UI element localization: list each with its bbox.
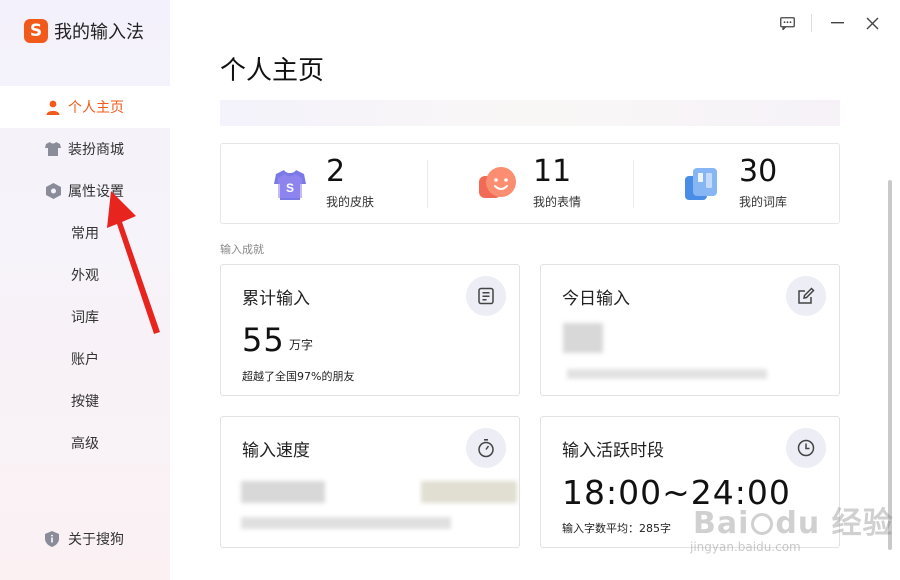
edit-pen-icon[interactable] [786, 276, 826, 316]
sidebar-subitem-advanced[interactable]: 高级 [71, 422, 99, 464]
card-title: 输入速度 [242, 441, 310, 461]
sidebar: S 我的输入法 个人主页 装扮商城 属性设置 常用 外观 词库 账户 按键 高级… [0, 0, 170, 580]
app-title: 我的输入法 [54, 22, 144, 43]
person-icon [45, 99, 61, 115]
obscured-note [567, 369, 767, 379]
sidebar-subitem-common[interactable]: 常用 [71, 212, 99, 254]
stat-value: 2 [326, 154, 346, 189]
stat-label: 我的皮肤 [326, 195, 375, 209]
total-note: 超越了全国97%的朋友 [242, 370, 355, 383]
stat-label: 我的词库 [739, 195, 788, 209]
sidebar-item-label: 装扮商城 [68, 142, 124, 158]
sidebar-item-settings[interactable]: 属性设置 [0, 170, 170, 212]
sidebar-item-label: 个人主页 [68, 100, 124, 116]
tshirt-icon [45, 141, 61, 157]
skin-shirt-icon: S [268, 162, 312, 206]
stat-value: 11 [533, 154, 572, 189]
smiley-icon [475, 162, 519, 206]
sidebar-item-label: 属性设置 [68, 184, 124, 200]
obscured-value [241, 481, 325, 503]
close-icon[interactable] [861, 12, 883, 34]
stopwatch-icon[interactable] [466, 428, 506, 468]
stat-value: 30 [739, 154, 778, 189]
sidebar-subitem-appearance[interactable]: 外观 [71, 254, 99, 296]
section-label: 输入成就 [220, 243, 264, 256]
window-divider [811, 14, 812, 32]
sogou-logo-icon: S [24, 19, 48, 43]
watermark-url: jingyan.baidu.com [690, 540, 801, 554]
card-today-input: 今日输入 [540, 264, 840, 396]
clock-icon[interactable] [786, 428, 826, 468]
stat-skins[interactable]: S 2 我的皮肤 [268, 144, 374, 223]
sidebar-item-about[interactable]: 关于搜狗 [0, 518, 170, 560]
card-title: 今日输入 [562, 289, 630, 309]
scrollbar[interactable] [888, 180, 892, 550]
obscured-value-2 [421, 481, 517, 503]
stat-emoticons[interactable]: 11 我的表情 [475, 144, 581, 223]
card-title: 输入活跃时段 [562, 441, 664, 461]
dictionary-icon [681, 162, 725, 206]
card-total-input: 累计输入 55 万字 超越了全国97%的朋友 [220, 264, 520, 396]
stat-divider [427, 160, 428, 208]
info-shield-icon [45, 531, 61, 547]
card-input-speed: 输入速度 [220, 416, 520, 548]
obscured-value [563, 323, 603, 353]
active-period-note: 输入字数平均：285字 [562, 522, 671, 535]
document-list-icon[interactable] [466, 276, 506, 316]
obscured-note [241, 517, 451, 529]
baidu-watermark-logo: Bai du 经验 [693, 506, 894, 541]
sidebar-subitem-keys[interactable]: 按键 [71, 380, 99, 422]
card-title: 累计输入 [242, 289, 310, 309]
sidebar-subitem-account[interactable]: 账户 [71, 338, 99, 380]
brand: S 我的输入法 [24, 18, 144, 44]
settings-hexagon-icon [45, 183, 61, 199]
stats-panel: S 2 我的皮肤 11 我的表情 30 我的词库 [220, 143, 840, 224]
banner[interactable] [220, 100, 840, 126]
sidebar-item-shop[interactable]: 装扮商城 [0, 128, 170, 170]
stat-dictionaries[interactable]: 30 我的词库 [681, 144, 787, 223]
feedback-icon[interactable] [776, 12, 798, 34]
total-value: 55 [242, 321, 285, 359]
page-title: 个人主页 [220, 56, 325, 86]
total-unit: 万字 [289, 338, 314, 352]
svg-text:S: S [286, 181, 294, 195]
stat-divider [633, 160, 634, 208]
sidebar-item-label: 关于搜狗 [68, 532, 124, 548]
stat-label: 我的表情 [533, 195, 582, 209]
sidebar-subitem-dictionary[interactable]: 词库 [71, 296, 99, 338]
minimize-icon[interactable] [826, 12, 848, 34]
sidebar-item-profile[interactable]: 个人主页 [0, 86, 170, 128]
